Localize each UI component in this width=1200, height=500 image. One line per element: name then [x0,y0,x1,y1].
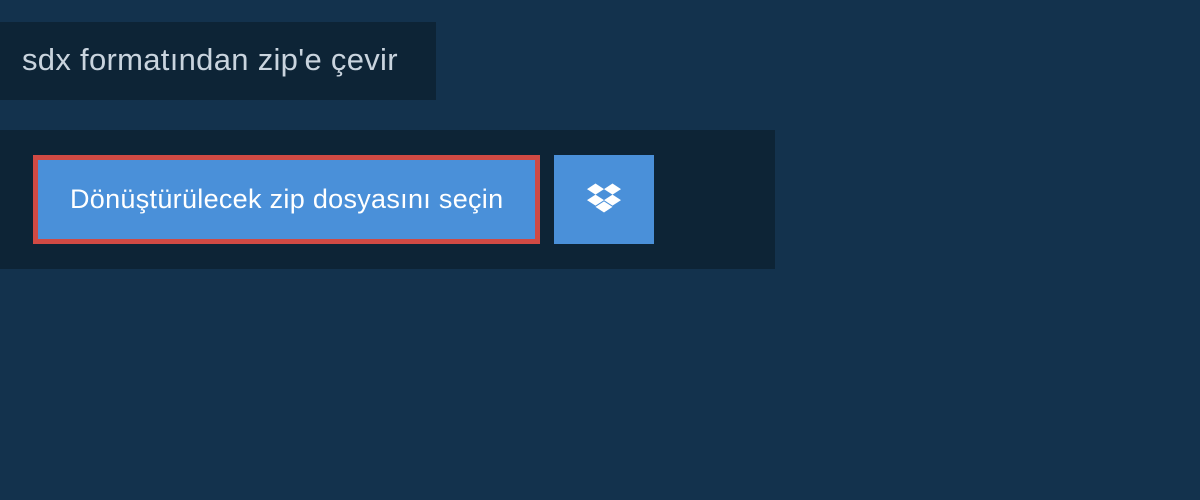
tab-header: sdx formatından zip'e çevir [0,22,436,100]
file-select-label: Dönüştürülecek zip dosyasını seçin [70,184,503,214]
file-select-button[interactable]: Dönüştürülecek zip dosyasını seçin [33,155,540,244]
dropbox-icon [587,183,621,216]
upload-row: Dönüştürülecek zip dosyasını seçin [33,155,742,244]
page-title: sdx formatından zip'e çevir [22,42,398,78]
upload-panel: Dönüştürülecek zip dosyasını seçin [0,130,775,269]
dropbox-button[interactable] [554,155,654,244]
